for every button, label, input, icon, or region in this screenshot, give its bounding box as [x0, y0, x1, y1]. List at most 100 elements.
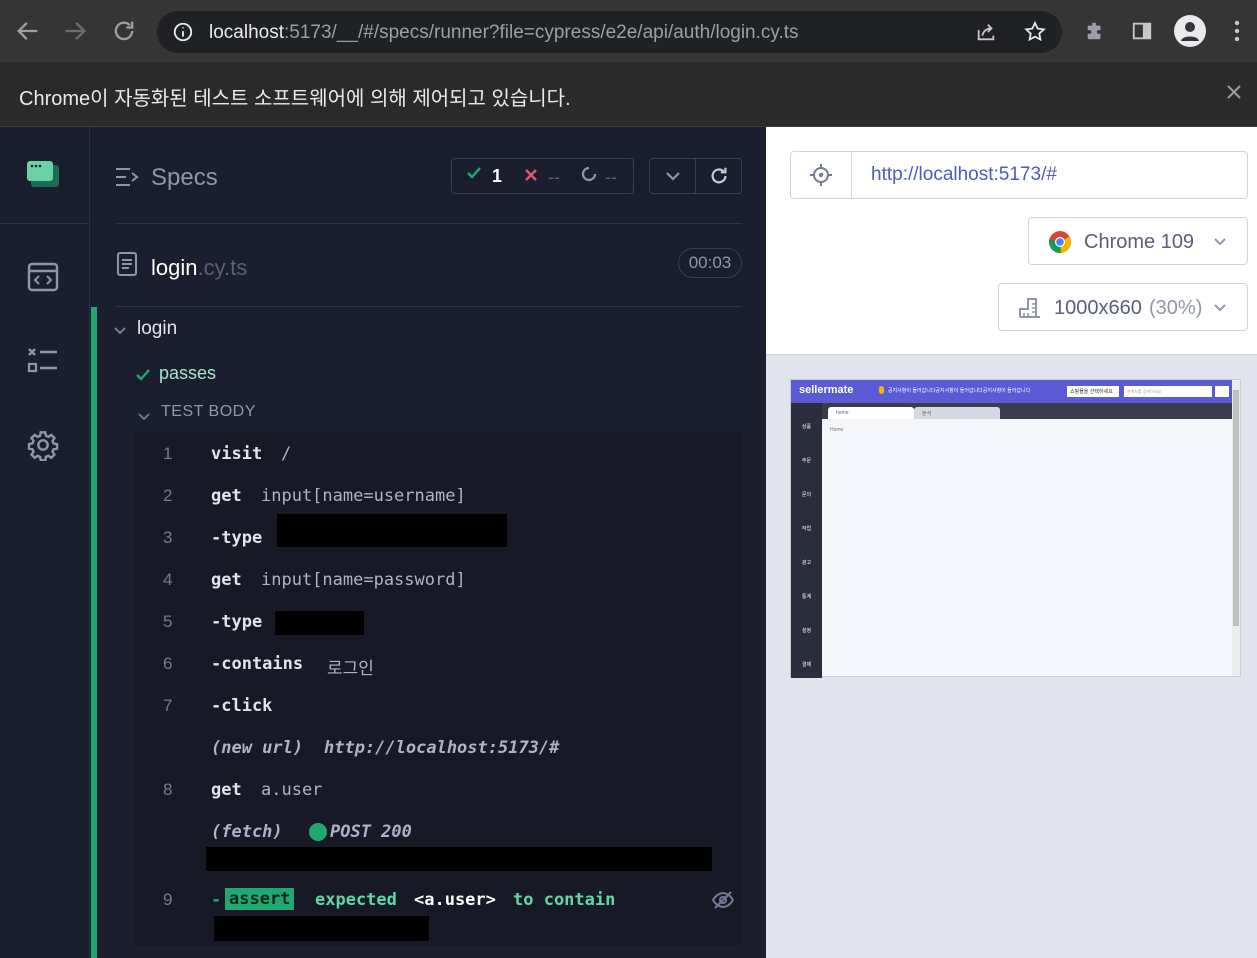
rerun-icon[interactable]: [708, 165, 730, 192]
crosshair-icon: [810, 164, 832, 186]
scrollbar-thumb[interactable]: [1233, 390, 1239, 626]
check-icon: [135, 367, 151, 388]
line-number: 7: [163, 696, 173, 715]
close-icon[interactable]: [1225, 80, 1243, 108]
assert-to-contain: to contain: [513, 890, 616, 910]
command-row[interactable]: 1 visit /: [135, 444, 742, 484]
assert-badge: assert: [225, 888, 295, 910]
reporter-controls: [649, 158, 742, 194]
test-title[interactable]: passes: [159, 363, 216, 384]
infobar-text: Chrome이 자동화된 테스트 소프트웨어에 의해 제어되고 있습니다.: [19, 88, 571, 110]
command-message: input[name=username]: [261, 486, 466, 506]
preview-nav-item: 결제: [801, 662, 812, 668]
preview-notice: 공지사항이 들어갑니다공지사항이 들어갑니다공지사항이 들어갑니다: [888, 388, 1031, 394]
info-icon[interactable]: [172, 21, 194, 48]
command-row[interactable]: 5 -type: [135, 612, 742, 652]
line-number: 2: [163, 486, 173, 505]
share-icon[interactable]: [975, 21, 997, 48]
pending-icon: [581, 166, 597, 187]
ruler-icon: [1019, 298, 1040, 318]
preview-nav-item: 광고: [801, 560, 812, 566]
command-name: -click: [211, 696, 273, 716]
command-name: -contains: [211, 654, 304, 674]
reload-icon[interactable]: [110, 17, 138, 45]
url-text[interactable]: localhost:5173/__/#/specs/runner?file=cy…: [209, 22, 799, 44]
command-message: input[name=password]: [261, 570, 466, 590]
command-name: (new url): [211, 738, 304, 758]
assert-expected: expected: [315, 890, 397, 910]
collapse-button[interactable]: [650, 159, 696, 193]
aut-preview-frame: sellermate 공지사항이 들어갑니다공지사항이 들어갑니다공지사항이 들…: [790, 379, 1241, 678]
command-message: a.user: [261, 780, 323, 800]
specs-label[interactable]: Specs: [151, 164, 218, 192]
duration-badge: 00:03: [678, 248, 742, 278]
preview-sidebar: 상품 주문 문의 작업 광고 통계 설정 결제: [791, 403, 822, 678]
bell-icon: [879, 386, 884, 394]
divider: [115, 223, 742, 224]
divider: [0, 223, 90, 224]
preview-nav-item: 상품: [801, 424, 812, 430]
line-number: 8: [163, 780, 173, 799]
suite-title[interactable]: login: [137, 318, 177, 340]
chevron-down-icon[interactable]: [138, 408, 150, 426]
preview-nav-item: 문의: [801, 492, 812, 498]
chevron-down-icon: [1214, 238, 1226, 246]
redacted-value: [214, 916, 429, 941]
command-message: POST 200: [330, 822, 412, 842]
browser-name: Chrome 109: [1084, 231, 1195, 253]
address-bar[interactable]: localhost:5173/__/#/specs/runner?file=cy…: [157, 11, 1062, 53]
line-number: 9: [163, 890, 173, 909]
cypress-logo-icon[interactable]: [26, 159, 62, 196]
redacted-value: [206, 847, 712, 871]
chrome-icon: [1049, 231, 1072, 254]
profile-icon[interactable]: [1174, 15, 1206, 47]
forward-icon[interactable]: [61, 17, 89, 45]
redacted-value: [275, 611, 364, 635]
code-window-icon[interactable]: [27, 262, 59, 297]
browser-selector[interactable]: Chrome 109: [1028, 217, 1248, 265]
pending-count: --: [605, 167, 617, 187]
automation-infobar: Chrome이 자동화된 테스트 소프트웨어에 의해 제어되고 있습니다.: [0, 62, 1257, 127]
aut-header: http://localhost:5173/# Chrome 109 1000x…: [766, 127, 1257, 355]
assert-subject: <a.user>: [414, 890, 496, 910]
menu-icon[interactable]: [1229, 18, 1245, 44]
aut-url[interactable]: http://localhost:5173/#: [871, 164, 1057, 186]
command-name: get: [211, 486, 242, 506]
divider: [115, 306, 742, 307]
browser-toolbar: localhost:5173/__/#/specs/runner?file=cy…: [0, 0, 1257, 62]
preview-nav-item: 설정: [801, 628, 812, 634]
preview-nav-item: 작업: [801, 526, 812, 532]
line-number: 3: [163, 528, 173, 547]
chevron-down-icon: [1214, 304, 1226, 312]
command-name: get: [211, 780, 242, 800]
back-icon[interactable]: [14, 17, 42, 45]
star-icon[interactable]: [1023, 20, 1047, 49]
preview-brand: sellermate: [799, 384, 854, 396]
gear-icon[interactable]: [27, 429, 59, 466]
command-row[interactable]: 8 get a.user: [135, 780, 742, 820]
specs-list-icon[interactable]: [115, 166, 139, 193]
command-row[interactable]: 4 get input[name=password]: [135, 570, 742, 610]
preview-scrollbar[interactable]: [1232, 380, 1240, 676]
preview-content: Home: [830, 427, 844, 433]
command-row[interactable]: (new url) http://localhost:5173/#: [135, 738, 742, 778]
chevron-down-icon[interactable]: [113, 323, 127, 341]
passed-count: 1: [492, 166, 503, 186]
test-body-label[interactable]: TEST BODY: [161, 403, 256, 421]
command-row[interactable]: 6 -contains 로그인: [135, 654, 742, 694]
command-row[interactable]: 7 -click: [135, 696, 742, 736]
test-results-icon[interactable]: [27, 345, 59, 380]
selector-playground-button[interactable]: [791, 152, 852, 198]
sidepanel-icon[interactable]: [1131, 20, 1153, 47]
preview-nav-item: 주문: [801, 458, 812, 464]
test-stats: 1 -- --: [451, 158, 634, 194]
preview-select: 쇼핑몰을 선택하세요: [1067, 386, 1119, 397]
command-message: 로그인: [327, 659, 374, 679]
eye-off-icon[interactable]: [711, 890, 735, 915]
spec-file-name: login.cy.ts: [151, 255, 248, 280]
extensions-icon[interactable]: [1084, 20, 1106, 47]
redacted-value: [277, 514, 507, 547]
line-number: 4: [163, 570, 173, 589]
aut-url-bar[interactable]: http://localhost:5173/#: [790, 151, 1248, 199]
viewport-selector[interactable]: 1000x660 (30%): [998, 283, 1248, 331]
